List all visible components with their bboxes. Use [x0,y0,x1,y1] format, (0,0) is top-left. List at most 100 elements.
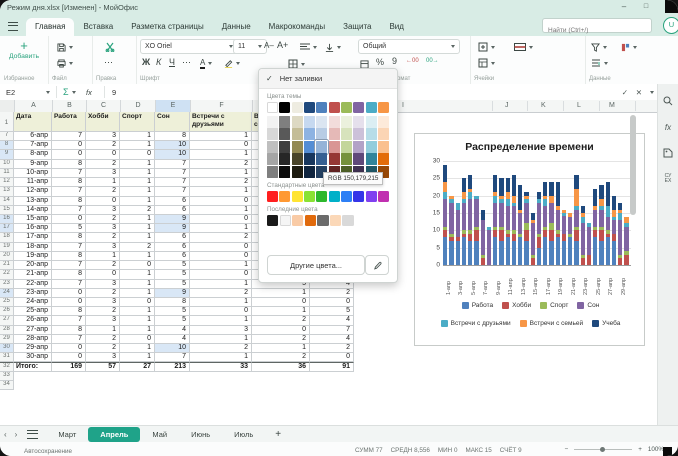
date-cell[interactable]: 24-апр [14,298,52,307]
value-cell[interactable]: 2 [86,289,120,298]
insert-function-icon[interactable]: fx [658,114,678,140]
autosum-button[interactable]: Σ [63,84,76,100]
date-cell[interactable]: 26-апр [14,316,52,325]
next-sheet-icon[interactable]: › [11,430,22,439]
standard-color-swatch[interactable] [329,191,340,202]
bar[interactable] [599,185,603,265]
value-cell[interactable]: 3 [86,280,120,289]
value-cell[interactable]: 0 [52,289,86,298]
add-favorite-label[interactable]: Добавить [0,53,48,60]
tint-color-swatch[interactable] [353,141,364,153]
zoom-in-button[interactable]: + [638,446,642,453]
value-cell[interactable]: 1 [120,316,155,325]
value-cell[interactable]: 6 [155,243,190,252]
value-cell[interactable]: 2 [86,344,120,353]
standard-color-swatch[interactable] [366,191,377,202]
bar[interactable] [531,213,535,265]
tint-color-swatch[interactable] [329,141,340,153]
row-header[interactable]: 22 [0,270,14,279]
named-ranges-icon[interactable] [658,140,678,166]
value-cell[interactable]: 5 [155,261,190,270]
value-cell[interactable]: 0 [190,197,252,206]
row-header[interactable]: 32 [0,362,14,371]
zoom-slider[interactable] [574,449,632,450]
row-header[interactable]: 26 [0,307,14,316]
prev-sheet-icon[interactable]: ‹ [0,430,11,439]
value-cell[interactable]: 0 [86,150,120,159]
column-header[interactable]: I [402,100,404,112]
ribbon-tab[interactable]: Разметка страницы [122,18,213,36]
grow-font-button[interactable]: A+ [277,40,288,50]
tint-color-swatch[interactable] [304,116,315,128]
value-cell[interactable]: 1 [120,307,155,316]
row-header[interactable]: 15 [0,206,14,215]
value-cell[interactable]: 7 [52,132,86,141]
tint-color-swatch[interactable] [353,128,364,140]
value-cell[interactable]: 1 [190,132,252,141]
tint-color-swatch[interactable] [329,116,340,128]
value-cell[interactable]: 3 [86,206,120,215]
formula-input[interactable]: 9 [112,84,116,100]
row-header[interactable]: 9 [0,150,14,159]
total-cell[interactable]: 169 [52,362,86,371]
tint-color-swatch[interactable] [292,153,303,165]
value-cell[interactable]: 7 [52,280,86,289]
value-cell[interactable]: 7 [155,187,190,196]
date-cell[interactable]: 29-апр [14,344,52,353]
value-cell[interactable]: 1 [120,160,155,169]
value-cell[interactable]: 2 [190,178,252,187]
theme-color-swatch[interactable] [329,102,340,113]
sheet-list-icon[interactable] [27,430,38,439]
formula-bar-expand-icon[interactable] [647,84,654,100]
tint-color-swatch[interactable] [341,141,352,153]
value-cell[interactable]: 0 [52,150,86,159]
value-cell[interactable]: 0 [252,298,310,307]
value-cell[interactable]: 7 [155,178,190,187]
recent-color-swatch[interactable] [330,215,341,226]
row-header[interactable]: 29 [0,335,14,344]
standard-color-swatch[interactable] [316,191,327,202]
row-header[interactable]: 1 [0,112,14,132]
value-cell[interactable]: 0 [190,215,252,224]
tint-color-swatch[interactable] [267,166,278,178]
value-cell[interactable]: 1 [120,353,155,362]
cut-icon[interactable] [105,40,115,54]
other-colors-button[interactable]: Другие цвета... [267,255,365,275]
bar[interactable] [449,196,453,265]
underline-button[interactable]: Ч [169,57,175,67]
column-header[interactable]: C [87,100,121,112]
value-cell[interactable]: 1 [190,353,252,362]
merge-cells-button[interactable] [514,40,533,54]
value-cell[interactable]: 2 [86,141,120,150]
value-cell[interactable]: 8 [52,197,86,206]
tint-color-swatch[interactable] [341,116,352,128]
value-cell[interactable]: 5 [155,316,190,325]
value-cell[interactable]: 4 [155,335,190,344]
row-header[interactable]: 33 [0,372,14,381]
value-cell[interactable]: 2 [120,206,155,215]
value-cell[interactable]: 1 [120,224,155,233]
search-icon[interactable] [658,88,678,114]
recent-color-swatch[interactable] [305,215,316,226]
row-header[interactable]: 34 [0,381,14,390]
date-cell[interactable]: 11-апр [14,178,52,187]
value-cell[interactable]: 1 [120,187,155,196]
bar[interactable] [587,223,591,265]
tint-color-swatch[interactable] [366,116,377,128]
column-header[interactable]: D [121,100,156,112]
value-cell[interactable]: 5 [155,280,190,289]
embedded-chart[interactable]: Распределение времени 051015202530 1-апр… [414,133,645,346]
recent-color-swatch[interactable] [280,215,291,226]
bar[interactable] [493,175,497,265]
value-cell[interactable]: 0 [86,197,120,206]
print-button[interactable] [57,56,73,70]
value-cell[interactable]: 2 [86,187,120,196]
value-cell[interactable]: 0 [190,307,252,316]
value-cell[interactable]: 2 [252,316,310,325]
tint-color-swatch[interactable] [378,141,389,153]
tint-color-swatch[interactable] [304,141,315,153]
percent-format-button[interactable]: % [376,57,384,67]
value-cell[interactable]: 0 [52,353,86,362]
maximize-button[interactable]: □ [638,2,654,13]
total-cell[interactable]: 27 [120,362,155,371]
